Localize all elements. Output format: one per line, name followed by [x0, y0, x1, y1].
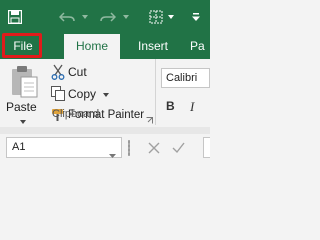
customize-qat-icon[interactable] [189, 0, 203, 34]
borders-dropdown-icon[interactable] [166, 0, 176, 34]
italic-button[interactable]: I [190, 99, 194, 115]
tab-home[interactable]: Home [64, 34, 120, 59]
font-name-box[interactable]: Calibri [161, 68, 210, 88]
undo-dropdown-icon[interactable] [80, 0, 90, 34]
cut-button[interactable]: Cut [68, 65, 87, 79]
undo-icon[interactable] [55, 0, 79, 34]
title-bar [0, 0, 210, 34]
file-tab-highlight [2, 33, 42, 58]
name-box[interactable]: A1 [6, 137, 122, 158]
enter-icon[interactable] [172, 141, 185, 159]
copy-button[interactable]: Copy [68, 87, 96, 101]
save-icon[interactable] [6, 0, 24, 34]
paste-dropdown-icon[interactable] [20, 120, 26, 124]
formula-input[interactable] [203, 137, 210, 158]
cut-icon[interactable] [51, 64, 65, 80]
cancel-icon[interactable] [148, 141, 160, 159]
clipboard-group-label: Clipboard [52, 108, 100, 120]
formula-bar-splitter[interactable] [128, 140, 130, 156]
tab-page-layout[interactable]: Pa [190, 34, 210, 59]
group-divider [155, 59, 156, 125]
bold-button[interactable]: B [166, 99, 175, 113]
copy-dropdown-icon[interactable] [103, 93, 109, 97]
redo-dropdown-icon[interactable] [121, 0, 131, 34]
paste-icon [12, 66, 38, 98]
borders-icon[interactable] [146, 0, 166, 34]
name-box-dropdown-icon[interactable] [109, 145, 116, 163]
paste-label: Paste [6, 100, 37, 114]
tab-insert[interactable]: Insert [126, 34, 180, 59]
copy-icon[interactable] [51, 86, 65, 101]
ribbon-separator [0, 127, 210, 134]
redo-icon[interactable] [96, 0, 120, 34]
paste-button[interactable]: Paste [6, 63, 40, 125]
